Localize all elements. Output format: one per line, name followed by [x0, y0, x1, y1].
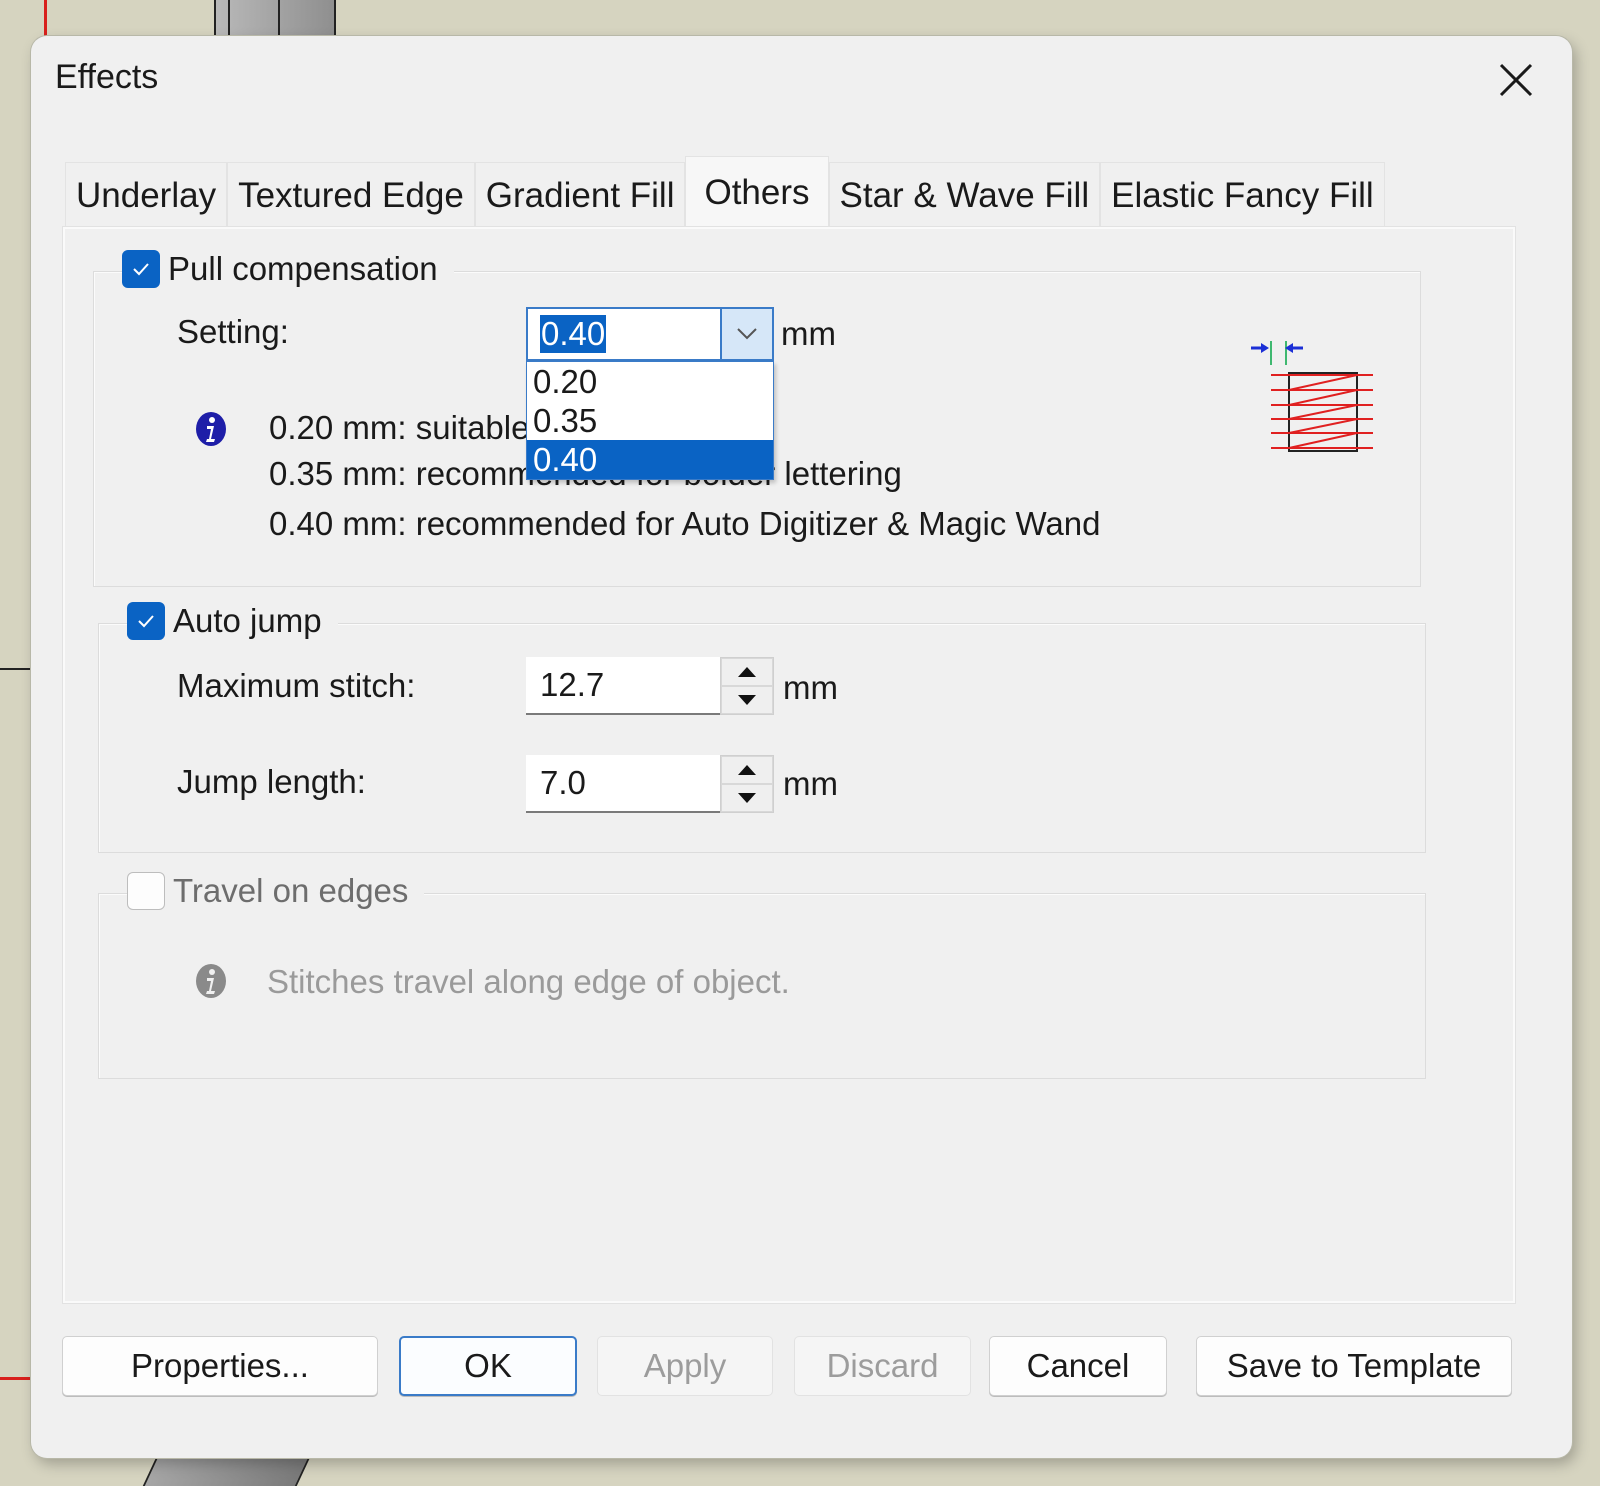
jump-length-increment[interactable]: [721, 756, 773, 784]
setting-dropdown-button[interactable]: [720, 309, 772, 359]
triangle-up-icon: [738, 667, 756, 677]
pull-compensation-legend: Pull compensation: [122, 250, 454, 288]
auto-jump-checkbox[interactable]: [127, 602, 165, 640]
apply-button[interactable]: Apply: [597, 1336, 773, 1396]
triangle-down-icon: [738, 695, 756, 705]
setting-combobox-value[interactable]: 0.40: [528, 309, 720, 359]
travel-on-edges-checkbox[interactable]: [127, 872, 165, 910]
ok-button[interactable]: OK: [399, 1336, 577, 1396]
tab-textured-edge[interactable]: Textured Edge: [227, 162, 475, 229]
maximum-stitch-increment[interactable]: [721, 658, 773, 686]
jump-length-label: Jump length:: [177, 763, 366, 800]
info-icon: [196, 964, 226, 998]
canvas-guide-line: [0, 1377, 34, 1380]
setting-label: Setting:: [177, 313, 289, 350]
jump-length-spin-buttons: [720, 755, 774, 813]
jump-length-unit: mm: [783, 765, 838, 802]
pull-compensation-checkbox[interactable]: [122, 250, 160, 288]
dialog-title: Effects: [55, 58, 159, 96]
travel-on-edges-legend: Travel on edges: [127, 872, 425, 910]
save-to-template-button[interactable]: Save to Template: [1196, 1336, 1512, 1396]
maximum-stitch-decrement[interactable]: [721, 686, 773, 714]
cancel-button[interactable]: Cancel: [989, 1336, 1167, 1396]
pull-compensation-diagram-icon: [1251, 341, 1373, 452]
tab-bar: Underlay Textured Edge Gradient Fill Oth…: [65, 156, 1385, 229]
jump-length-input[interactable]: 7.0: [526, 755, 720, 813]
info-icon: [196, 412, 226, 446]
tab-elastic-fancy-fill[interactable]: Elastic Fancy Fill: [1100, 162, 1385, 229]
tab-gradient-fill[interactable]: Gradient Fill: [474, 162, 686, 229]
auto-jump-legend: Auto jump: [127, 602, 338, 640]
maximum-stitch-label: Maximum stitch:: [177, 667, 416, 704]
travel-on-edges-label: Travel on edges: [173, 872, 409, 909]
auto-jump-label: Auto jump: [173, 602, 322, 639]
close-icon: [1499, 63, 1533, 97]
travel-on-edges-info: Stitches travel along edge of object.: [267, 963, 790, 1000]
tab-star-wave-fill[interactable]: Star & Wave Fill: [828, 162, 1101, 229]
chevron-down-icon: [737, 328, 757, 340]
maximum-stitch-input[interactable]: 12.7: [526, 657, 720, 715]
checkmark-icon: [138, 615, 154, 628]
properties-button[interactable]: Properties...: [62, 1336, 378, 1396]
tab-underlay[interactable]: Underlay: [65, 162, 228, 229]
jump-length-spinbox: 7.0: [526, 755, 774, 813]
maximum-stitch-spin-buttons: [720, 657, 774, 715]
checkmark-icon: [133, 263, 149, 276]
maximum-stitch-unit: mm: [783, 669, 838, 706]
canvas-object: [214, 0, 336, 38]
dropdown-option[interactable]: 0.20: [527, 362, 773, 401]
jump-length-decrement[interactable]: [721, 784, 773, 812]
maximum-stitch-spinbox: 12.7: [526, 657, 774, 715]
canvas-guide-line: [44, 0, 47, 38]
close-button[interactable]: [1490, 54, 1542, 106]
others-tab-panel: Pull compensation Setting: 0.40 mm 0.20 …: [63, 227, 1515, 1303]
info-line-1: 0.20 mm: suitable: [269, 409, 530, 446]
canvas-line: [0, 668, 32, 670]
effects-dialog: Effects Underlay Textured Edge Gradient …: [31, 36, 1572, 1458]
dropdown-option[interactable]: 0.35: [527, 401, 773, 440]
setting-combobox[interactable]: 0.40: [526, 307, 774, 361]
setting-dropdown-list: 0.20 0.35 0.40: [526, 361, 774, 480]
tab-others[interactable]: Others: [685, 156, 829, 229]
setting-unit: mm: [781, 315, 836, 352]
canvas-object: [142, 1455, 312, 1486]
triangle-up-icon: [738, 765, 756, 775]
dropdown-option-selected[interactable]: 0.40: [527, 440, 773, 479]
info-line-3: 0.40 mm: recommended for Auto Digitizer …: [269, 505, 1101, 542]
setting-value-text: 0.40: [540, 315, 607, 353]
pull-compensation-label: Pull compensation: [168, 250, 438, 287]
triangle-down-icon: [738, 793, 756, 803]
discard-button[interactable]: Discard: [794, 1336, 971, 1396]
